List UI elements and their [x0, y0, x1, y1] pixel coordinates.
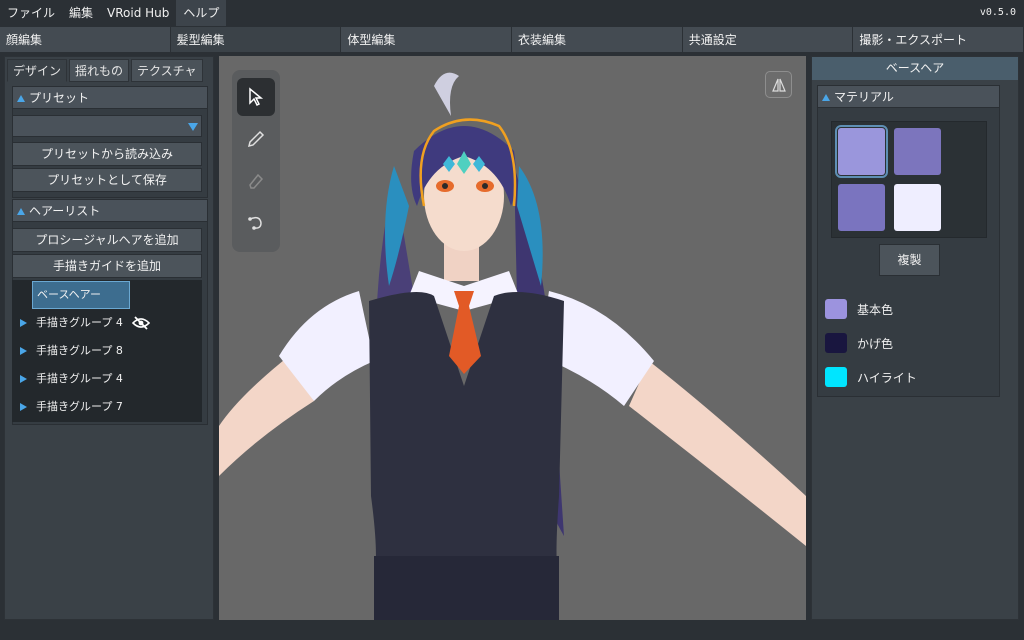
- panel-title: ベースヘア: [812, 57, 1018, 80]
- sub-tab-texture[interactable]: テクスチャ: [131, 59, 203, 82]
- highlight-color-row[interactable]: ハイライト: [825, 366, 917, 388]
- tool-palette: [232, 70, 280, 252]
- tab-hair[interactable]: 髪型編集: [170, 27, 342, 53]
- collapse-triangle-icon: [17, 208, 25, 215]
- preset-dropdown[interactable]: [12, 115, 202, 137]
- sub-tab-sway[interactable]: 揺れもの: [69, 59, 130, 82]
- pencil-icon: [247, 130, 265, 148]
- material-swatch-grid: [831, 121, 987, 238]
- base-color-swatch[interactable]: [825, 299, 847, 319]
- menu-help[interactable]: ヘルプ: [176, 0, 227, 26]
- tab-outfit[interactable]: 衣装編集: [512, 27, 683, 53]
- tab-body[interactable]: 体型編集: [341, 27, 513, 53]
- expand-triangle-icon: [20, 375, 27, 383]
- material-swatch[interactable]: [894, 128, 941, 175]
- collapse-triangle-icon: [822, 94, 830, 101]
- curve-icon: [248, 216, 262, 230]
- shade-color-row[interactable]: かげ色: [825, 332, 893, 354]
- menu-vroid-hub[interactable]: VRoid Hub: [100, 0, 176, 26]
- preset-header[interactable]: プリセット: [13, 87, 207, 109]
- expand-triangle-icon: [20, 403, 27, 411]
- material-swatch[interactable]: [894, 184, 941, 231]
- expand-triangle-icon: [20, 319, 27, 327]
- hair-group-item[interactable]: 手描きグループ 8: [12, 337, 202, 365]
- material-header[interactable]: マテリアル: [818, 86, 999, 108]
- mirror-toggle-button[interactable]: [765, 71, 792, 98]
- tab-face[interactable]: 顔編集: [0, 27, 171, 53]
- 3d-viewport[interactable]: [219, 56, 806, 620]
- menu-edit[interactable]: 編集: [62, 0, 100, 26]
- hidden-eye-icon[interactable]: [132, 316, 150, 330]
- material-section: マテリアル 複製 基本色 かげ色 ハイライト: [817, 85, 1000, 397]
- add-procedural-hair-button[interactable]: プロシージャルヘアを追加: [12, 228, 202, 252]
- hair-list: ベースヘアー 手描きグループ 4 手描きグループ 8 手描きグループ 4 手描き…: [12, 280, 202, 422]
- hair-group-item[interactable]: 手描きグループ 7: [12, 393, 202, 421]
- dropdown-arrow-icon: [188, 123, 198, 131]
- pen-tool[interactable]: [237, 120, 275, 158]
- sub-tab-bar: デザイン 揺れもの テクスチャ: [7, 59, 203, 82]
- main-tab-bar: 顔編集 髪型編集 体型編集 衣装編集 共通設定 撮影・エクスポート: [0, 27, 1024, 53]
- version-label: v0.5.0: [979, 7, 1016, 18]
- eraser-icon: [249, 173, 264, 189]
- menu-file[interactable]: ファイル: [0, 0, 62, 26]
- material-swatch[interactable]: [835, 125, 888, 178]
- save-preset-button[interactable]: プリセットとして保存: [12, 168, 202, 192]
- cursor-arrow-icon: [249, 87, 264, 107]
- curve-tool[interactable]: [237, 204, 275, 242]
- add-hand-drawn-guide-button[interactable]: 手描きガイドを追加: [12, 254, 202, 278]
- tab-export[interactable]: 撮影・エクスポート: [853, 27, 1024, 53]
- eraser-tool[interactable]: [237, 162, 275, 200]
- base-color-row[interactable]: 基本色: [825, 298, 893, 320]
- character-model-render: [219, 72, 806, 620]
- material-swatch[interactable]: [838, 184, 885, 231]
- select-tool[interactable]: [237, 78, 275, 116]
- load-preset-button[interactable]: プリセットから読み込み: [12, 142, 202, 166]
- highlight-color-swatch[interactable]: [825, 367, 847, 387]
- hair-group-item[interactable]: 手描きグループ 4: [12, 309, 202, 337]
- mirror-icon: [771, 78, 786, 92]
- right-panel: ベースヘア マテリアル 複製 基本色 かげ色 ハイライト: [811, 56, 1019, 620]
- expand-triangle-icon: [20, 347, 27, 355]
- left-panel: デザイン 揺れもの テクスチャ プリセット プリセットから読み込み プリセットと…: [4, 56, 214, 620]
- sub-tab-design[interactable]: デザイン: [7, 59, 68, 82]
- duplicate-button[interactable]: 複製: [879, 244, 940, 276]
- tab-common[interactable]: 共通設定: [682, 27, 854, 53]
- menu-bar: ファイル 編集 VRoid Hub ヘルプ v0.5.0: [0, 0, 1024, 26]
- hair-item-base[interactable]: ベースヘアー: [32, 281, 130, 309]
- collapse-triangle-icon: [17, 95, 25, 102]
- hair-group-item[interactable]: 手描きグループ 4: [12, 365, 202, 393]
- hair-list-header[interactable]: ヘアーリスト: [13, 200, 207, 222]
- shade-color-swatch[interactable]: [825, 333, 847, 353]
